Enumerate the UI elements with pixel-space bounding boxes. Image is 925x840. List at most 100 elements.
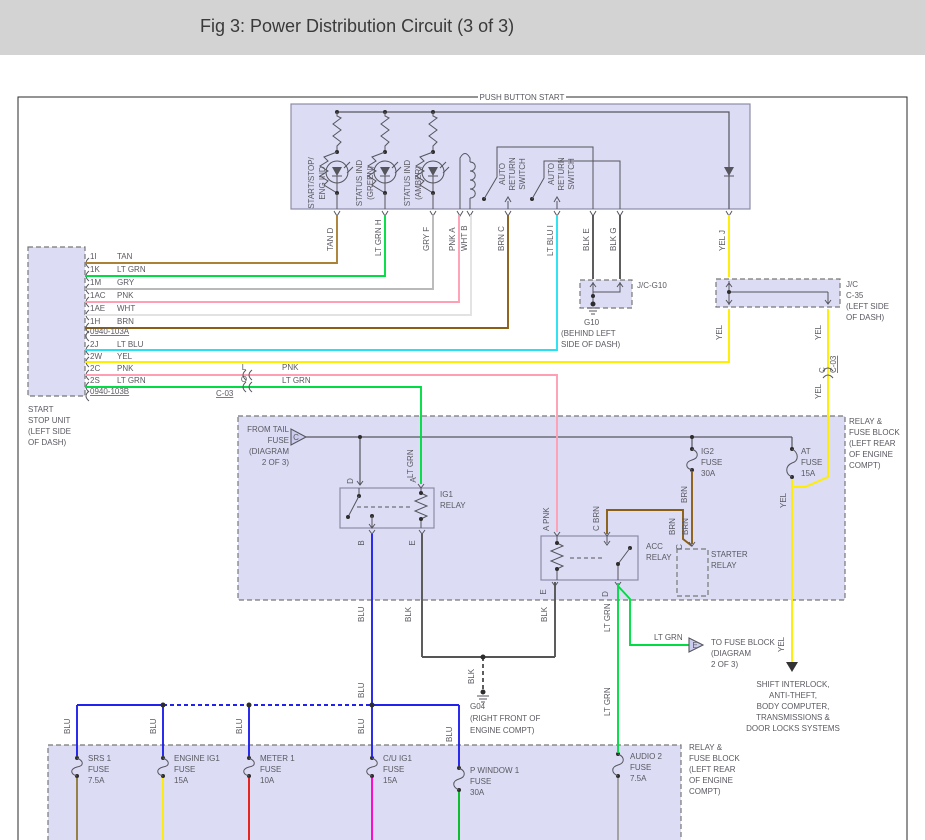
blu-label-cu: BLU (357, 718, 366, 734)
engine-fuse-line1: ENGINE IG1 (174, 754, 220, 763)
acc-pin-d: D (601, 591, 610, 597)
blu-label-engine: BLU (149, 718, 158, 734)
from-tail-line4: 2 OF 3) (262, 458, 289, 467)
ssu-conn-0940-103b: 0940-103B (90, 387, 129, 396)
start-stop-unit-rect (27, 246, 86, 397)
from-tail-line2: FUSE (268, 436, 289, 445)
starter-relay-line1: STARTER (711, 550, 748, 559)
auto-return-switch1-line2: RETURN (508, 157, 517, 191)
brn-label-ig2b: BRN (681, 518, 690, 535)
acc-pin-c-brn: C BRN (592, 506, 601, 531)
auto-return-switch2-line1: AUTO (547, 163, 556, 185)
cu-fuse-line3: 15A (383, 776, 398, 785)
engine-fuse-line2: FUSE (174, 765, 195, 774)
pin-ltgrn-h: LT GRN H (374, 219, 383, 256)
blk-label-g04: BLK (467, 668, 476, 684)
ssu-pin-2w: 2W (90, 352, 102, 361)
auto-return-switch2-line2: RETURN (557, 157, 566, 191)
auto-return-switch1-line3: SWITCH (518, 158, 527, 190)
audio-fuse-line2: FUSE (630, 763, 651, 772)
ssu-label-line1: START (28, 405, 54, 414)
from-tail-line3: (DIAGRAM (249, 447, 289, 456)
wiring-diagram-page: Fig 3: Power Distribution Circuit (3 of … (0, 0, 925, 840)
auto-return-switch2-line3: SWITCH (567, 158, 576, 190)
starter-pin-c: C (675, 544, 684, 550)
c03-connector-brackets (242, 367, 834, 393)
shift-systems-line1: SHIFT INTERLOCK, (756, 680, 829, 689)
mid-block-label-line4: OF ENGINE (849, 450, 893, 459)
mid-block-label-line3: (LEFT REAR (849, 439, 896, 448)
ig2-fuse-line1: IG2 (701, 447, 714, 456)
srs-fuse-line2: FUSE (88, 765, 109, 774)
c03-pin-o: O (241, 375, 247, 384)
ssu-pin-2c: 2C (90, 364, 100, 373)
arrow-down-icon (786, 662, 798, 672)
ssu-label-line2: STOP UNIT (28, 416, 70, 425)
to-fuse-block-line3: 2 OF 3) (711, 660, 738, 669)
yel-label-below-c03: YEL (814, 383, 823, 399)
starter-relay-rect (676, 548, 709, 597)
ssu-pin-1ac: 1AC (90, 291, 106, 300)
pin-arrows (333, 210, 733, 217)
pin-blk-e: BLK E (582, 228, 591, 251)
ltgrn-branch-label: LT GRN (654, 633, 683, 642)
jc-c35-line3: (LEFT SIDE (846, 302, 889, 311)
starter-relay-line2: RELAY (711, 561, 737, 570)
bottom-block-label-line1: RELAY & (689, 743, 723, 752)
ltgrn-label-audio2: LT GRN (603, 687, 612, 716)
blu-label-pw: BLU (445, 726, 454, 742)
ig1-pin-b: B (357, 540, 366, 545)
c03-conn-right: C-03 (829, 355, 838, 373)
ssu-wire-1ae: WHT (117, 304, 135, 313)
jc-c35-line2: C-35 (846, 291, 864, 300)
ssu-wire-2j: LT BLU (117, 340, 144, 349)
ssu-pin-2j: 2J (90, 340, 98, 349)
meter-fuse-line2: FUSE (260, 765, 281, 774)
ssu-pin-1i: 1I (90, 252, 97, 261)
ind-amber-line2: (AMBER) (414, 166, 423, 200)
acc-relay-line1: ACC (646, 542, 663, 551)
bottom-block-label-line2: FUSE BLOCK (689, 754, 740, 763)
ltgrn-label-audio1: LT GRN (603, 603, 612, 632)
ssu-wire-1ac: PNK (117, 291, 134, 300)
pwindow-fuse-line3: 30A (470, 788, 485, 797)
ig2-fuse-line2: FUSE (701, 458, 722, 467)
jc-g10-rect (579, 279, 633, 309)
pin-ltblu-i: LT BLU I (546, 225, 555, 256)
yel-label-c35-left: YEL (715, 324, 724, 340)
ind-green-line2: (GREEN) (366, 166, 375, 200)
ssu-wire-2w: YEL (117, 352, 133, 361)
ssu-label-line3: (LEFT SIDE (28, 427, 71, 436)
jc-g10-label: J/C-G10 (637, 281, 667, 290)
to-fuse-block-line1: TO FUSE BLOCK (711, 638, 776, 647)
wiring-diagram-canvas: PUSH BUTTON START START/STOP/ENG IND STATU… (17, 93, 908, 840)
at-fuse-line3: 15A (801, 469, 816, 478)
jc-c35-line1: J/C (846, 280, 858, 289)
pin-yel-j: YEL J (718, 230, 727, 251)
triangle-e-letter: E (692, 641, 697, 650)
pin-brn-c: BRN C (497, 226, 506, 251)
ssu-wire-1m: GRY (117, 278, 135, 287)
ind-startstop-line2: ENG IND (318, 166, 327, 200)
ssu-pin-1h: 1H (90, 317, 100, 326)
c03-pin-l: L (242, 363, 247, 372)
ssu-pin-1m: 1M (90, 278, 101, 287)
g04-ground-icon (477, 689, 489, 703)
yel-label-c35-right: YEL (814, 324, 823, 340)
wire-ltblu-2j (85, 215, 558, 351)
ssu-pin-2s: 2S (90, 376, 100, 385)
cu-fuse-line1: C/U IG1 (383, 754, 412, 763)
c03-conn: C-03 (216, 389, 234, 398)
mid-block-label-line1: RELAY & (849, 417, 883, 426)
ssu-wire-1h: BRN (117, 317, 134, 326)
c03-pin-c: C (818, 367, 827, 373)
mid-block-label-line5: COMPT) (849, 461, 881, 470)
meter-fuse-line3: 10A (260, 776, 275, 785)
shift-systems-line5: DOOR LOCKS SYSTEMS (746, 724, 840, 733)
jc-c35-rect (715, 278, 841, 308)
wire-brn-1h (85, 215, 509, 329)
ig2-fuse-line3: 30A (701, 469, 716, 478)
ig1-relay-line1: IG1 (440, 490, 453, 499)
bottom-block-label-line5: COMPT) (689, 787, 721, 796)
to-fuse-block-line2: (DIAGRAM (711, 649, 751, 658)
